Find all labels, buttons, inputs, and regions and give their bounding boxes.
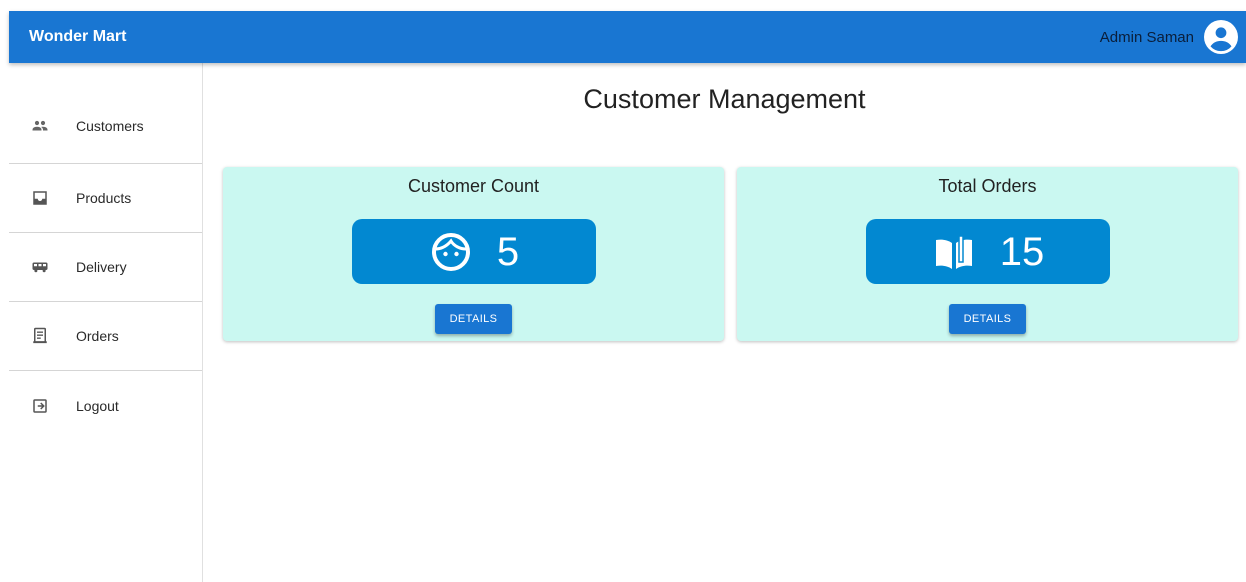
- sidebar-item-logout[interactable]: Logout: [9, 371, 202, 440]
- receipt-icon: [31, 327, 49, 345]
- sidebar-item-products[interactable]: Products: [9, 164, 202, 233]
- sidebar-item-delivery[interactable]: Delivery: [9, 233, 202, 302]
- sidebar-item-label: Products: [76, 190, 132, 206]
- customer-count-value: 5: [496, 229, 520, 274]
- face-icon: [429, 230, 473, 274]
- brand-title: Wonder Mart: [29, 28, 127, 45]
- app-bar: Wonder Mart Admin Saman: [9, 11, 1246, 63]
- user-menu[interactable]: Admin Saman: [1100, 20, 1238, 54]
- book-icon: [932, 230, 976, 274]
- page-title: Customer Management: [583, 84, 866, 114]
- sidebar-item-customers[interactable]: Customers: [9, 89, 202, 164]
- total-orders-card: Total Orders 15 Details: [737, 167, 1238, 341]
- customer-count-card: Customer Count 5 Details: [223, 167, 724, 341]
- sidebar-item-label: Delivery: [76, 259, 127, 275]
- bus-icon: [31, 258, 49, 276]
- customer-details-button[interactable]: Details: [435, 304, 512, 334]
- inbox-icon: [31, 189, 49, 207]
- card-title: Customer Count: [407, 176, 540, 196]
- total-orders-value: 15: [999, 229, 1045, 274]
- sidebar: Customers Products Delivery Orders Logou…: [9, 63, 203, 582]
- sidebar-item-label: Logout: [76, 397, 119, 414]
- stat-box: 5: [352, 219, 596, 284]
- sidebar-item-label: Customers: [76, 118, 144, 134]
- orders-details-button[interactable]: Details: [949, 304, 1026, 334]
- user-name: Admin Saman: [1099, 28, 1194, 46]
- sidebar-item-orders[interactable]: Orders: [9, 302, 202, 371]
- stat-box: 15: [866, 219, 1110, 284]
- card-title: Total Orders: [938, 176, 1037, 196]
- sidebar-item-label: Orders: [76, 328, 119, 344]
- account-circle-icon[interactable]: [1204, 20, 1238, 54]
- people-icon: [31, 117, 49, 135]
- logout-icon: [31, 397, 49, 415]
